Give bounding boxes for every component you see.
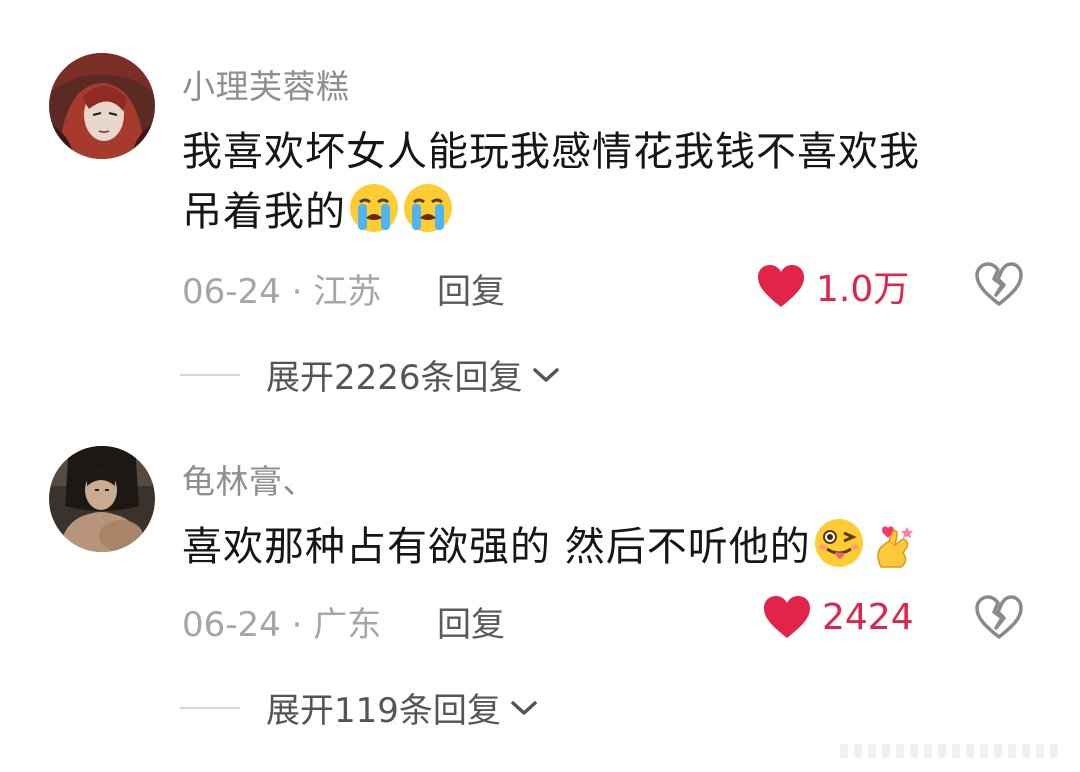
comment-text: 喜欢那种占有欲强的 然后不听他的 bbox=[182, 517, 1012, 577]
like-count: 2424 bbox=[822, 596, 914, 638]
comment-text: 我喜欢坏女人能玩我感情花我钱不喜欢我 吊着我的 bbox=[182, 122, 1012, 242]
like-count: 1.0万 bbox=[816, 269, 910, 310]
loudly-crying-face-icon bbox=[348, 182, 400, 234]
expand-replies-label: 展开2226条回复 bbox=[266, 358, 523, 398]
broken-heart-icon[interactable] bbox=[974, 261, 1024, 307]
divider-line bbox=[180, 373, 240, 376]
expand-replies-label: 展开119条回复 bbox=[266, 691, 501, 731]
user-avatar[interactable] bbox=[49, 446, 155, 552]
loudly-crying-face-icon bbox=[402, 182, 454, 234]
heart-filled-icon bbox=[758, 265, 804, 307]
finger-heart-icon bbox=[867, 517, 919, 569]
reply-button[interactable]: 回复 bbox=[437, 597, 505, 646]
user-avatar[interactable] bbox=[49, 53, 155, 159]
winking-tongue-face-icon bbox=[813, 517, 865, 569]
divider-line bbox=[180, 706, 240, 709]
heart-filled-icon bbox=[764, 596, 810, 638]
comment-date-location: 06-24 · 江苏 bbox=[182, 272, 382, 312]
reply-button[interactable]: 回复 bbox=[437, 264, 505, 313]
avatar-image bbox=[49, 53, 155, 159]
comment-text-line: 我喜欢坏女人能玩我感情花我钱不喜欢我 bbox=[182, 129, 920, 175]
chevron-down-icon bbox=[511, 700, 537, 715]
expand-replies[interactable]: 展开119条回复 bbox=[180, 683, 539, 732]
like-button[interactable]: 1.0万 bbox=[756, 260, 909, 312]
broken-heart-icon[interactable] bbox=[974, 594, 1024, 640]
comment-date-location: 06-24 · 广东 bbox=[182, 605, 382, 645]
comment-username[interactable]: 龟林膏、 bbox=[182, 455, 316, 503]
comment-text-line: 喜欢那种占有欲强的 然后不听他的 bbox=[182, 524, 811, 570]
avatar-image bbox=[49, 446, 155, 552]
chevron-down-icon bbox=[532, 367, 559, 382]
watermark bbox=[840, 744, 1060, 758]
comment-text-line: 吊着我的 bbox=[182, 189, 346, 235]
expand-replies[interactable]: 展开2226条回复 bbox=[180, 350, 561, 399]
like-button[interactable]: 2424 bbox=[762, 594, 914, 640]
comment-username[interactable]: 小理芙蓉糕 bbox=[182, 60, 350, 108]
